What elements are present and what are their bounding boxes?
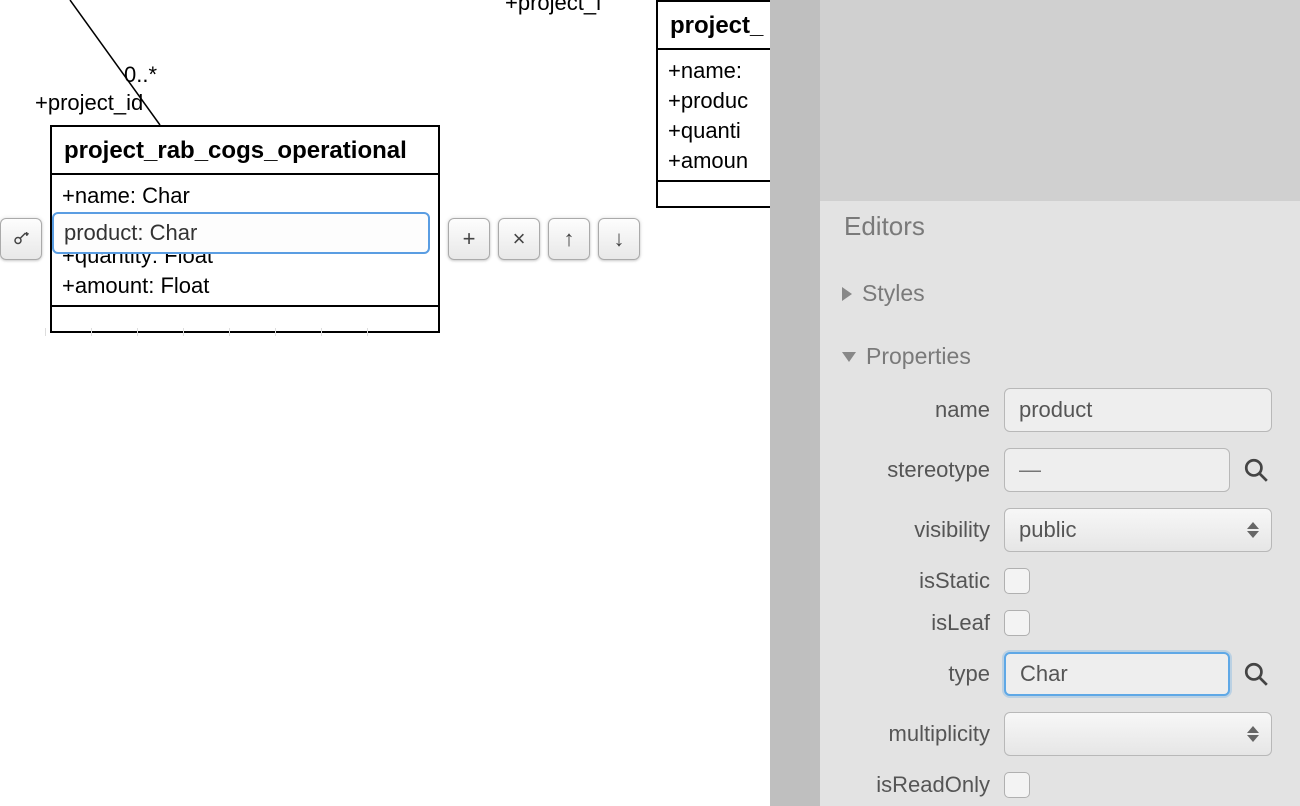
class-title: project_rab_cogs_operational (52, 127, 438, 175)
attribute-row[interactable]: +amount: Float (62, 271, 428, 301)
select-caret-icon (1247, 522, 1259, 538)
styles-toggle[interactable]: Styles (820, 270, 1300, 317)
select-caret-icon (1247, 726, 1259, 742)
properties-section: Properties name stereotype (820, 325, 1300, 806)
isreadonly-checkbox[interactable] (1004, 772, 1030, 798)
prop-label: type (820, 661, 990, 687)
move-up-button[interactable]: ↑ (548, 218, 590, 260)
properties-grid: name stereotype visibility (820, 380, 1300, 798)
prop-label: name (820, 397, 990, 423)
add-attribute-button[interactable]: + (448, 218, 490, 260)
arrow-down-icon: ↓ (614, 226, 625, 252)
visibility-value: public (1019, 517, 1076, 543)
prop-row-isleaf: isLeaf (820, 610, 1272, 636)
association-end-label: +project_i (505, 0, 601, 16)
type-browse-button[interactable] (1240, 658, 1272, 690)
stereotype-browse-button[interactable] (1240, 454, 1272, 486)
attribute-row[interactable]: +quanti (668, 116, 770, 146)
key-tool-button[interactable]: + (0, 218, 42, 260)
prop-label: visibility (820, 517, 990, 543)
prop-row-multiplicity: multiplicity (820, 712, 1272, 756)
editors-header: Editors (820, 201, 1300, 262)
sidebar-panel: Editors Styles Properties name (820, 0, 1300, 806)
prop-row-type: type (820, 652, 1272, 696)
plus-icon: + (463, 226, 476, 252)
type-input[interactable] (1004, 652, 1230, 696)
diagram-canvas[interactable]: +project_i 0..* +project_id project_rab_… (0, 0, 770, 806)
stereotype-input[interactable] (1004, 448, 1230, 492)
prop-label: multiplicity (820, 721, 990, 747)
prop-label: stereotype (820, 457, 990, 483)
class-attributes: +name: +produc +quanti +amoun (658, 50, 770, 182)
key-icon: + (12, 230, 30, 248)
prop-label: isStatic (820, 568, 990, 594)
chevron-right-icon (842, 287, 852, 301)
properties-toggle[interactable]: Properties (820, 333, 1300, 380)
multiplicity-label: 0..* (124, 62, 157, 88)
editors-title: Editors (844, 211, 1276, 242)
class-title: project_ (658, 2, 770, 50)
sidebar-preview-area (820, 0, 1300, 201)
attribute-row[interactable]: +amoun (668, 146, 770, 176)
prop-row-stereotype: stereotype (820, 448, 1272, 492)
role-label: +project_id (35, 90, 143, 116)
visibility-select[interactable]: public (1004, 508, 1272, 552)
prop-label: isReadOnly (820, 772, 990, 798)
svg-text:+: + (25, 231, 29, 238)
name-input[interactable] (1004, 388, 1272, 432)
class-operations (658, 182, 770, 206)
grid-ticks (0, 328, 440, 338)
prop-row-isreadonly: isReadOnly (820, 772, 1272, 798)
attribute-row[interactable]: +produc (668, 86, 770, 116)
multiplicity-select[interactable] (1004, 712, 1272, 756)
close-icon: × (513, 226, 526, 252)
attribute-row[interactable]: +name: Char (62, 181, 428, 211)
attribute-row[interactable]: +name: (668, 56, 770, 86)
chevron-down-icon (842, 352, 856, 362)
arrow-up-icon: ↑ (564, 226, 575, 252)
panel-splitter[interactable] (770, 0, 820, 806)
prop-row-name: name (820, 388, 1272, 432)
prop-row-visibility: visibility public (820, 508, 1272, 552)
isstatic-checkbox[interactable] (1004, 568, 1030, 594)
prop-row-isstatic: isStatic (820, 568, 1272, 594)
attribute-inline-editor[interactable]: product: Char (52, 212, 430, 254)
search-icon (1243, 661, 1269, 687)
prop-label: isLeaf (820, 610, 990, 636)
properties-label: Properties (866, 343, 971, 370)
search-icon (1243, 457, 1269, 483)
styles-label: Styles (862, 280, 925, 307)
isleaf-checkbox[interactable] (1004, 610, 1030, 636)
uml-class-secondary[interactable]: project_ +name: +produc +quanti +amoun (656, 0, 770, 208)
move-down-button[interactable]: ↓ (598, 218, 640, 260)
styles-section: Styles (820, 262, 1300, 325)
delete-attribute-button[interactable]: × (498, 218, 540, 260)
attribute-toolbar: + × ↑ ↓ (448, 218, 640, 260)
